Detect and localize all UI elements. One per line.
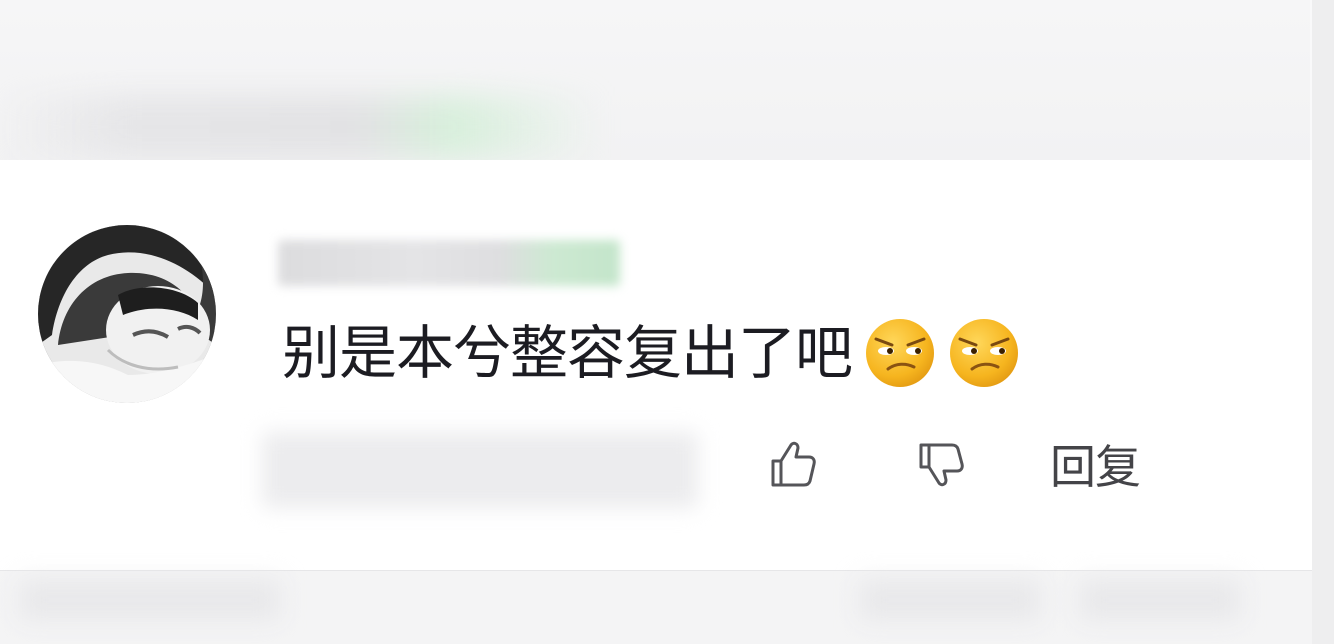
reply-label: 回复 xyxy=(1050,440,1141,494)
avatar[interactable] xyxy=(38,225,216,403)
comment-content: 别是本兮整容复出了吧 xyxy=(282,318,1020,388)
blurred-next-content xyxy=(1080,580,1240,620)
reply-button[interactable]: 回复 xyxy=(1040,436,1150,494)
comment-screen: 别是本兮整容复出了吧 回复 xyxy=(0,0,1334,644)
right-edge xyxy=(1312,0,1334,644)
blurred-next-content xyxy=(860,580,1040,620)
blurred-previous-username xyxy=(0,96,600,158)
like-button[interactable] xyxy=(760,436,824,492)
blurred-next-content xyxy=(20,580,280,620)
thumbs-up-icon xyxy=(771,441,816,487)
smirk-emoji-icon xyxy=(866,319,935,387)
thumbs-down-icon xyxy=(919,443,964,487)
avatar-image xyxy=(38,225,216,403)
comment-text: 别是本兮整容复出了吧 xyxy=(282,319,853,387)
blurred-comment-meta xyxy=(262,432,698,508)
blurred-username[interactable] xyxy=(278,240,620,286)
smirk-emoji-icon xyxy=(950,319,1019,387)
dislike-button[interactable] xyxy=(908,436,972,492)
